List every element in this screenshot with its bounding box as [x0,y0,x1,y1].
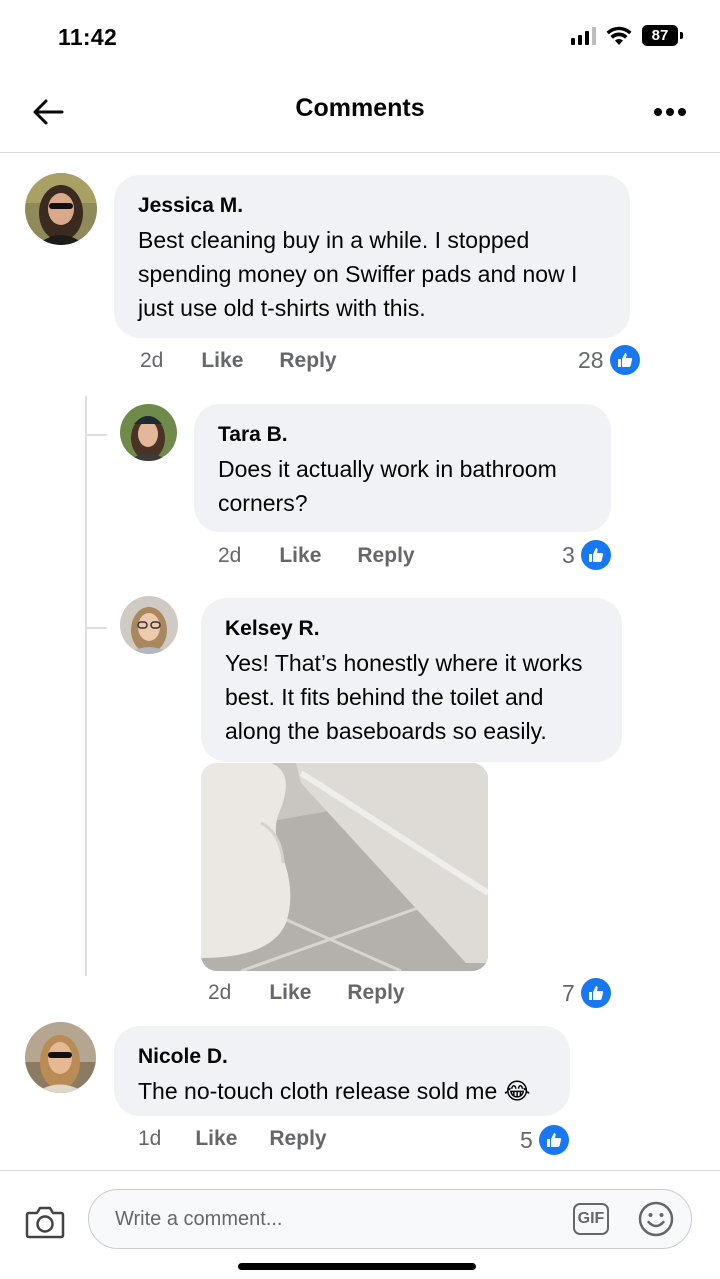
comment-bubble: Tara B. Does it actually work in bathroo… [194,404,611,532]
wifi-icon [606,26,632,45]
like-button[interactable]: Like [201,349,243,373]
like-button[interactable]: Like [279,544,321,568]
like-count[interactable]: 7 [562,978,611,1008]
more-dots-icon [654,108,686,116]
more-options-button[interactable] [650,92,690,132]
comment-author[interactable]: Jessica M. [138,193,606,219]
comment-bubble: Nicole D. The no-touch cloth release sol… [114,1026,570,1116]
camera-button[interactable] [22,1199,68,1245]
reply-thread-branch [85,627,107,629]
avatar[interactable] [120,596,178,654]
like-count-number: 28 [578,346,604,373]
gif-button[interactable]: GIF [573,1203,609,1235]
comment-time: 2d [208,981,232,1004]
emoji-icon[interactable] [637,1200,675,1238]
reply-button[interactable]: Reply [269,1127,326,1151]
comment-actions: 2d Like Reply [218,544,415,568]
avatar[interactable] [25,1022,96,1093]
header: Comments [0,74,720,153]
comment-actions: 2d Like Reply [208,981,405,1005]
avatar[interactable] [25,173,97,245]
comment-author[interactable]: Kelsey R. [225,616,598,642]
comment-author[interactable]: Tara B. [218,422,587,448]
like-count[interactable]: 5 [520,1125,569,1155]
page-title: Comments [295,94,425,122]
thumbs-up-icon [609,345,640,375]
avatar[interactable] [120,404,177,461]
comment-text: Best cleaning buy in a while. I stopped … [138,227,578,321]
reply-button[interactable]: Reply [279,349,336,373]
comment-time: 2d [140,349,164,372]
like-count[interactable]: 3 [562,540,611,570]
attached-photo[interactable] [201,763,488,971]
status-time: 11:42 [58,24,118,50]
comment-actions: 1d Like Reply [138,1127,327,1151]
thumbs-up-icon [580,540,611,570]
comment-text: Does it actually work in bathroom corner… [218,456,557,516]
comment-input[interactable] [115,1204,535,1234]
comment-bubble: Jessica M. Best cleaning buy in a while.… [114,175,630,338]
status-icons: 87 [571,25,683,46]
like-button[interactable]: Like [269,981,311,1005]
laughing-emoji-icon: 😂 [503,1078,531,1104]
comment-actions: 2d Like Reply [140,349,337,373]
cellular-signal-icon [571,26,596,45]
comment-text-row: The no-touch cloth release sold me 😂 [138,1074,546,1108]
like-count-number: 7 [562,979,575,1006]
comment-text: The no-touch cloth release sold me [138,1078,498,1104]
like-button[interactable]: Like [195,1127,237,1151]
comment-author[interactable]: Nicole D. [138,1044,546,1070]
home-indicator [238,1263,476,1270]
comment-time: 2d [218,544,242,567]
like-count-number: 3 [562,541,575,568]
thumbs-up-icon [538,1125,569,1155]
like-count-number: 5 [520,1126,533,1153]
battery-icon: 87 [642,25,683,46]
thumbs-up-icon [580,978,611,1008]
like-count[interactable]: 28 [578,345,640,375]
status-bar: 11:42 87 [0,0,720,74]
reply-button[interactable]: Reply [357,544,414,568]
comment-text: Yes! That’s honestly where it works best… [225,650,583,744]
reply-button[interactable]: Reply [347,981,404,1005]
camera-icon [25,1206,65,1239]
comment-bubble: Kelsey R. Yes! That’s honestly where it … [201,598,622,762]
comment-time: 1d [138,1127,162,1150]
reply-thread-line [85,396,87,976]
comment-input-box[interactable]: GIF [88,1189,692,1249]
reply-thread-branch [85,434,107,436]
